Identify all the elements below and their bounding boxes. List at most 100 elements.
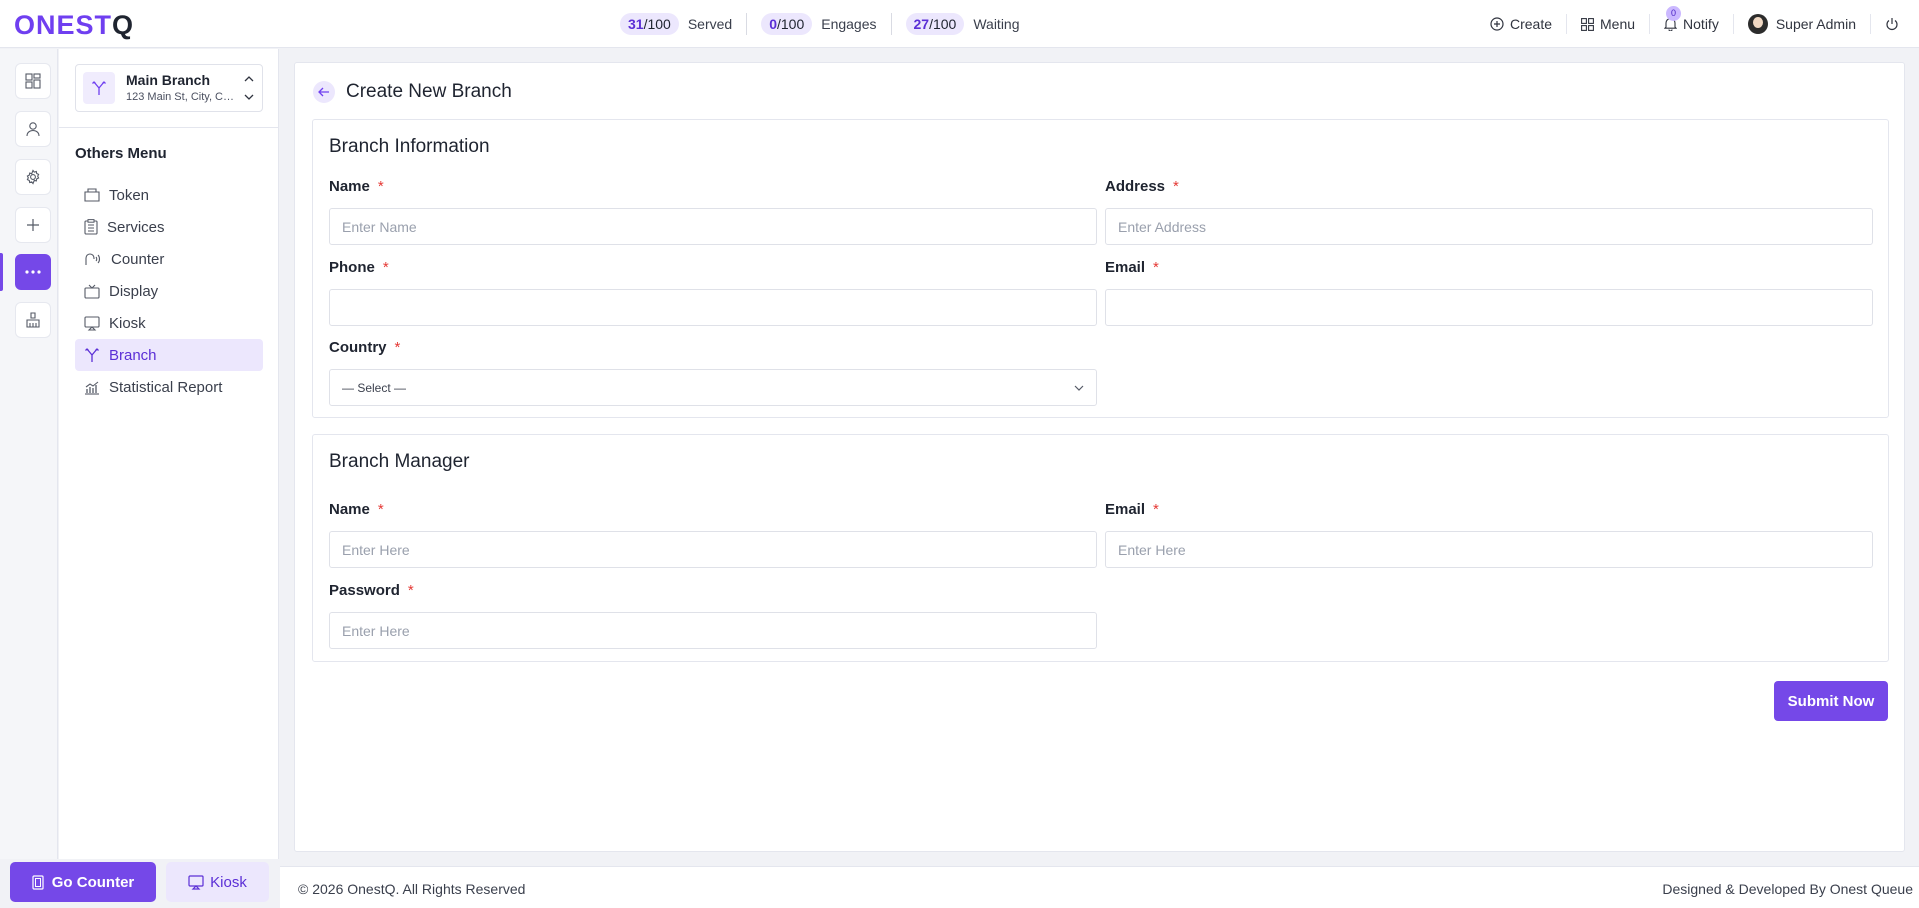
- branch-address: 123 Main St, City, Country: [126, 91, 238, 103]
- country-select[interactable]: — Select —: [329, 369, 1097, 406]
- icon-rail: [0, 49, 58, 859]
- submit-button[interactable]: Submit Now: [1774, 681, 1888, 721]
- rail-dashboard-button[interactable]: [15, 63, 51, 99]
- stat-served: 31/100 Served: [620, 13, 748, 35]
- user-menu[interactable]: Super Admin: [1734, 14, 1871, 34]
- logout-button[interactable]: [1871, 14, 1919, 34]
- grid-icon: [1581, 17, 1594, 31]
- stat-waiting: 27/100 Waiting: [892, 13, 1034, 35]
- stat-label: Waiting: [973, 16, 1020, 32]
- menu-button[interactable]: Menu: [1567, 14, 1651, 34]
- ticket-icon: [84, 188, 100, 202]
- branch-phone-field: Phone *: [329, 259, 1097, 326]
- chevron-down-icon: [1074, 385, 1084, 391]
- field-label: Country *: [329, 339, 401, 356]
- branch-address-field: Address *: [1105, 178, 1873, 245]
- branch-information-section: Branch Information Name* Address* Phone*…: [312, 119, 1889, 418]
- branch-email-field: Email *: [1105, 259, 1873, 326]
- queue-stats: 31/100 Served 0/100 Engages 27/100 Waiti…: [620, 12, 1034, 36]
- manager-name-field: Name *: [329, 501, 1097, 568]
- main-content: Create New Branch Branch Information Nam…: [294, 62, 1905, 852]
- settings-icon: [26, 169, 40, 185]
- stat-pill: 31/100: [620, 13, 679, 35]
- manager-password-field: Password *: [329, 582, 1097, 649]
- menu-list: Token Services Counter Display Kiosk Bra…: [75, 179, 263, 403]
- field-label: Email *: [1105, 259, 1159, 276]
- notify-count-badge: 0: [1666, 6, 1682, 21]
- rail-settings-button[interactable]: [15, 159, 51, 195]
- avatar: [1747, 14, 1768, 34]
- app-logo[interactable]: ONESTQ: [14, 10, 134, 41]
- branch-name-input[interactable]: [329, 208, 1097, 245]
- top-actions: Create Menu 0 Notify Super Admin: [1476, 0, 1919, 48]
- tv-icon: [84, 284, 100, 299]
- side-bottom-actions: Go Counter Kiosk: [0, 800, 279, 908]
- arrow-left-icon: [318, 87, 329, 97]
- branch-selector[interactable]: Main Branch 123 Main St, City, Country: [75, 64, 263, 112]
- branch-manager-section: Branch Manager Name* Email* Password*: [312, 434, 1889, 662]
- menu-item-token[interactable]: Token: [75, 179, 263, 211]
- more-icon: [25, 270, 41, 274]
- side-menu: Main Branch 123 Main St, City, Country O…: [59, 49, 279, 859]
- create-button[interactable]: Create: [1476, 14, 1567, 34]
- rail-active-indicator: [0, 253, 3, 291]
- rail-cleaning-button[interactable]: [15, 302, 51, 338]
- dashboard-icon: [25, 73, 41, 89]
- manager-email-field: Email *: [1105, 501, 1873, 568]
- notify-button[interactable]: 0 Notify: [1650, 6, 1734, 34]
- branch-name: Main Branch: [126, 72, 211, 88]
- menu-item-kiosk[interactable]: Kiosk: [75, 307, 263, 339]
- rail-add-button[interactable]: [15, 207, 51, 243]
- manager-name-input[interactable]: [329, 531, 1097, 568]
- kiosk-button[interactable]: Kiosk: [166, 862, 269, 902]
- branch-icon: [85, 348, 99, 362]
- footer: © 2026 OnestQ. All Rights Reserved Desig…: [280, 866, 1919, 908]
- stat-engages: 0/100 Engages: [747, 13, 892, 35]
- go-counter-button[interactable]: Go Counter: [10, 862, 156, 902]
- divider: [59, 127, 278, 128]
- branch-phone-input[interactable]: [329, 289, 1097, 326]
- rail-more-button[interactable]: [15, 254, 51, 290]
- chart-icon: [85, 381, 99, 395]
- branch-address-input[interactable]: [1105, 208, 1873, 245]
- counter-device-icon: [32, 874, 44, 890]
- section-title: Branch Information: [329, 136, 490, 157]
- menu-item-services[interactable]: Services: [75, 211, 263, 243]
- field-label: Password *: [329, 582, 414, 599]
- menu-item-statistical-report[interactable]: Statistical Report: [75, 371, 263, 403]
- branch-email-input[interactable]: [1105, 289, 1873, 326]
- clipboard-icon: [84, 219, 98, 235]
- plus-icon: [27, 219, 39, 231]
- manager-email-input[interactable]: [1105, 531, 1873, 568]
- power-icon: [1886, 18, 1898, 31]
- branch-name-field: Name *: [329, 178, 1097, 245]
- branch-icon: [83, 72, 115, 104]
- menu-item-counter[interactable]: Counter: [75, 243, 263, 275]
- field-label: Phone *: [329, 259, 389, 276]
- kiosk-icon: [84, 315, 100, 331]
- chevron-up-down-icon: [244, 76, 254, 100]
- stat-pill: 27/100: [905, 13, 965, 35]
- plus-circle-icon: [1490, 17, 1504, 31]
- section-title: Branch Manager: [329, 451, 470, 472]
- top-bar: ONESTQ 31/100 Served 0/100 Engages 27/10…: [0, 0, 1919, 48]
- stat-pill: 0/100: [761, 13, 813, 35]
- branch-country-field: Country * — Select —: [329, 339, 1097, 406]
- rail-user-button[interactable]: [15, 111, 51, 147]
- kiosk-icon: [188, 874, 204, 890]
- copyright-text: © 2026 OnestQ. All Rights Reserved: [298, 881, 526, 897]
- menu-item-display[interactable]: Display: [75, 275, 263, 307]
- menu-title: Others Menu: [75, 145, 167, 162]
- cleaning-icon: [26, 312, 40, 328]
- menu-item-branch[interactable]: Branch: [75, 339, 263, 371]
- back-button[interactable]: [313, 81, 335, 103]
- stat-label: Served: [687, 16, 733, 32]
- counter-icon: [85, 253, 101, 265]
- user-icon: [26, 122, 40, 137]
- field-label: Address *: [1105, 178, 1179, 195]
- page-title: Create New Branch: [346, 81, 512, 102]
- stat-label: Engages: [821, 16, 877, 32]
- credits-text: Designed & Developed By Onest Queue: [1662, 881, 1913, 897]
- manager-password-input[interactable]: [329, 612, 1097, 649]
- field-label: Name *: [329, 501, 384, 518]
